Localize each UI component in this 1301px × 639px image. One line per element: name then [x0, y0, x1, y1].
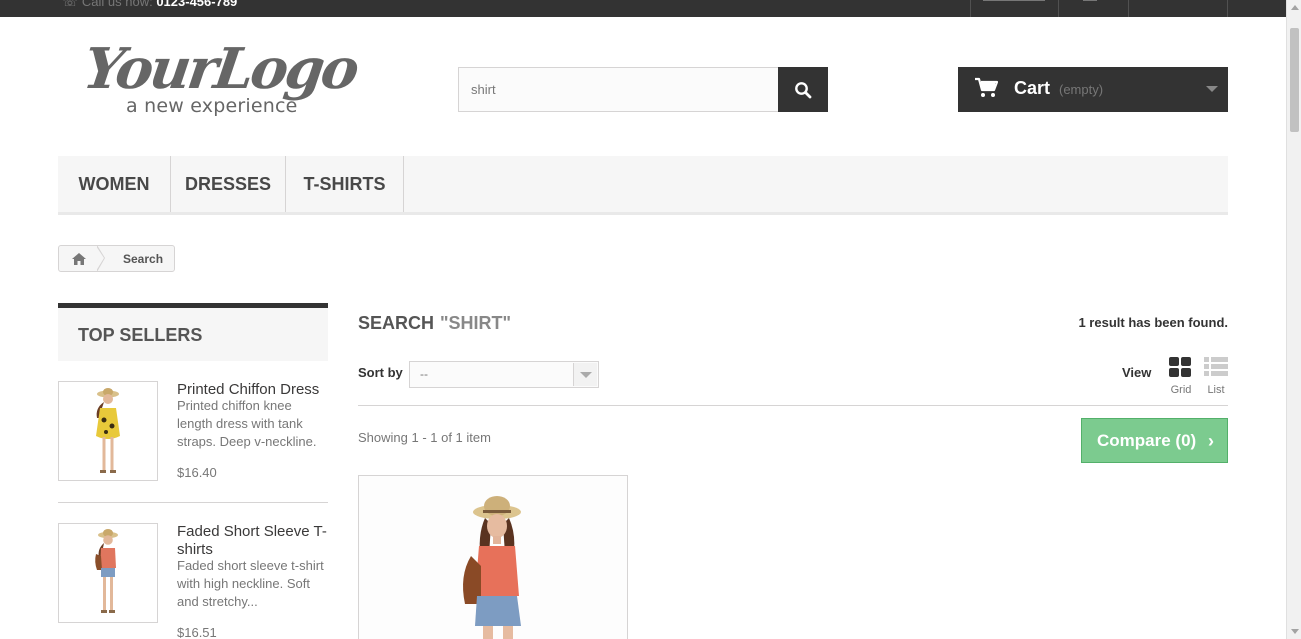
product-thumbnail[interactable]	[58, 523, 158, 623]
main-menu: WOMEN DRESSES T-SHIRTS	[58, 156, 1228, 215]
search-button[interactable]	[778, 67, 828, 112]
logo-script: YourLogo	[79, 36, 361, 102]
breadcrumb-home[interactable]	[59, 246, 99, 271]
scroll-up-icon[interactable]	[1291, 5, 1299, 10]
call-us-text: ☏ Call us now: 0123-456-789	[62, 0, 237, 10]
product-price: $16.51	[177, 625, 217, 639]
divider	[1128, 0, 1129, 17]
product-card[interactable]	[358, 475, 628, 639]
logo-tagline: a new experience	[126, 95, 298, 117]
call-label: Call us now:	[81, 0, 153, 9]
scroll-down-icon[interactable]	[1291, 629, 1299, 634]
cart-label: Cart	[1014, 78, 1051, 98]
compare-button[interactable]: Compare (0) ›	[1081, 418, 1228, 463]
scrollbar-thumb[interactable]	[1290, 28, 1299, 132]
view-grid-button[interactable]: Grid	[1168, 357, 1194, 396]
chevron-right-icon: ›	[1208, 431, 1214, 451]
home-icon	[72, 252, 86, 265]
product-price: $16.40	[177, 465, 217, 480]
divider	[358, 405, 1228, 406]
sort-by-value: --	[420, 367, 428, 381]
chevron-down-icon	[1206, 86, 1218, 92]
sort-by-select[interactable]: --	[409, 361, 599, 388]
dropdown-toggle[interactable]	[573, 363, 597, 386]
top-sellers-title: TOP SELLERS	[78, 325, 203, 345]
product-description: Printed chiffon knee length dress with t…	[177, 398, 317, 449]
search-icon	[795, 81, 812, 98]
search-form	[458, 67, 828, 112]
menu-item-dresses[interactable]: DRESSES	[171, 156, 286, 212]
compare-label: Compare (0)	[1097, 431, 1197, 450]
divider	[1058, 0, 1059, 17]
view-label: View	[1122, 365, 1152, 380]
cart-button[interactable]: Cart (empty)	[958, 67, 1228, 112]
view-list-label: List	[1207, 384, 1225, 396]
sort-by-label: Sort by	[358, 365, 403, 380]
top-bar: ☏ Call us now: 0123-456-789	[0, 0, 1286, 17]
result-count: 1 result has been found.	[1078, 315, 1228, 330]
cart-status: (empty)	[1059, 82, 1104, 97]
product-image	[359, 476, 627, 639]
divider	[1227, 0, 1228, 17]
phone-number: 0123-456-789	[156, 0, 238, 9]
search-input[interactable]	[458, 67, 779, 112]
sign-in-link[interactable]	[1083, 0, 1097, 1]
menu-item-t-shirts[interactable]: T-SHIRTS	[286, 156, 404, 212]
contact-link[interactable]	[983, 0, 1045, 1]
product-image	[95, 529, 118, 613]
divider	[970, 0, 971, 17]
view-grid-label: Grid	[1170, 384, 1192, 396]
grid-icon	[1169, 357, 1191, 377]
page-title: SEARCH "SHIRT"	[358, 313, 511, 334]
breadcrumb: Search	[58, 245, 175, 272]
page-title-label: SEARCH	[358, 313, 435, 333]
page-scrollbar[interactable]	[1286, 0, 1301, 639]
showing-count: Showing 1 - 1 of 1 item	[358, 430, 491, 445]
phone-icon: ☏	[62, 0, 79, 9]
search-query: "SHIRT"	[440, 313, 512, 333]
breadcrumb-separator-inner	[96, 246, 104, 271]
product-description: Faded short sleeve t-shirt with high nec…	[177, 558, 324, 609]
view-list-button[interactable]: List	[1203, 357, 1229, 396]
breadcrumb-current: Search	[123, 252, 164, 266]
menu-item-women[interactable]: WOMEN	[58, 156, 171, 212]
product-name[interactable]: Faded Short Sleeve T-shirts	[177, 523, 328, 559]
site-logo[interactable]: YourLogo a new experience	[79, 36, 372, 124]
product-thumbnail[interactable]	[58, 381, 158, 481]
divider	[58, 502, 328, 503]
cart-icon	[975, 77, 998, 97]
product-image	[96, 388, 120, 473]
list-icon	[1204, 357, 1228, 376]
top-sellers-header: TOP SELLERS	[58, 303, 328, 361]
list-item: Printed Chiffon Dress Printed chiffon kn…	[58, 381, 328, 481]
list-item: Faded Short Sleeve T-shirts Faded short …	[58, 523, 328, 639]
chevron-down-icon	[580, 372, 592, 378]
